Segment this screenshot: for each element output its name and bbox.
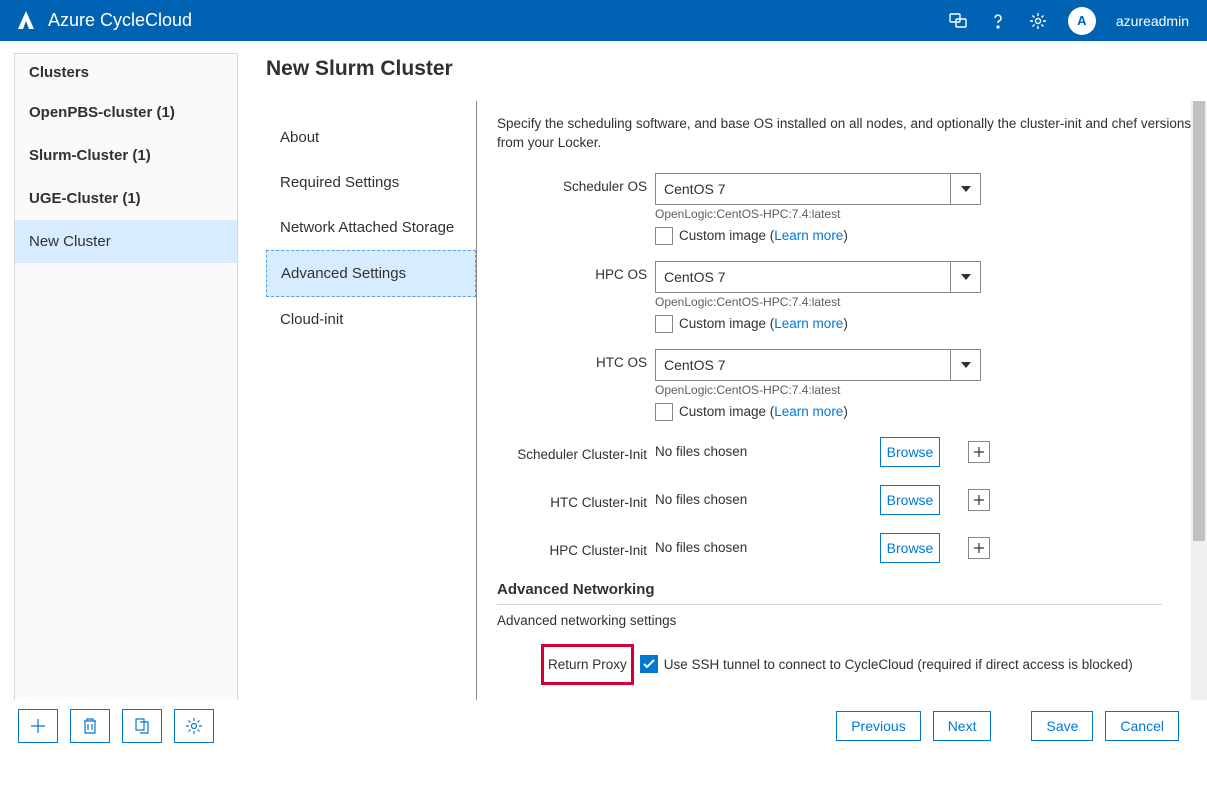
plus-icon — [29, 717, 47, 735]
copy-button[interactable] — [122, 709, 162, 743]
app-header: Azure CycleCloud A azureadmin — [0, 0, 1207, 41]
settings-button[interactable] — [174, 709, 214, 743]
scheduler-cluster-init-browse-button[interactable]: Browse — [880, 437, 940, 467]
htc-custom-image-checkbox[interactable] — [655, 403, 673, 421]
plus-icon — [973, 542, 985, 554]
add-button[interactable] — [18, 709, 58, 743]
htc-os-hint: OpenLogic:CentOS-HPC:7.4:latest — [655, 383, 1175, 397]
username-label[interactable]: azureadmin — [1116, 13, 1189, 29]
copy-icon — [134, 717, 150, 735]
content-area: New Slurm Cluster About Required Setting… — [238, 41, 1207, 741]
delete-button[interactable] — [70, 709, 110, 743]
hpc-os-hint: OpenLogic:CentOS-HPC:7.4:latest — [655, 295, 1175, 309]
htc-cluster-init-label: HTC Cluster-Init — [497, 489, 655, 510]
learn-more-link[interactable]: Learn more — [774, 404, 843, 419]
sidebar-item-openpbs[interactable]: OpenPBS-cluster (1) — [15, 91, 237, 134]
sidebar-item-new-cluster[interactable]: New Cluster — [15, 220, 237, 263]
next-button[interactable]: Next — [933, 711, 992, 741]
save-button[interactable]: Save — [1031, 711, 1093, 741]
hpc-os-select[interactable]: CentOS 7 — [655, 261, 981, 293]
htc-os-label: HTC OS — [497, 349, 655, 370]
wizard-step-about[interactable]: About — [266, 115, 476, 160]
learn-more-link[interactable]: Learn more — [774, 316, 843, 331]
plus-icon — [973, 494, 985, 506]
htc-os-select[interactable]: CentOS 7 — [655, 349, 981, 381]
cancel-button[interactable]: Cancel — [1105, 711, 1179, 741]
hpc-cluster-init-value: No files chosen — [655, 540, 880, 555]
wizard-step-cloud-init[interactable]: Cloud-init — [266, 297, 476, 342]
gear-icon — [185, 717, 203, 735]
trash-icon — [82, 717, 98, 735]
intro-text: Specify the scheduling software, and bas… — [497, 115, 1195, 153]
htc-cluster-init-browse-button[interactable]: Browse — [880, 485, 940, 515]
hpc-custom-image-checkbox[interactable] — [655, 315, 673, 333]
feedback-icon[interactable] — [948, 11, 968, 31]
advanced-networking-subtitle: Advanced networking settings — [497, 613, 1195, 628]
wizard-step-advanced[interactable]: Advanced Settings — [266, 250, 476, 297]
wizard-step-required[interactable]: Required Settings — [266, 160, 476, 205]
scheduler-os-label: Scheduler OS — [497, 173, 655, 194]
htc-custom-image-label: Custom image (Learn more) — [679, 404, 848, 419]
htc-cluster-init-value: No files chosen — [655, 492, 880, 507]
settings-icon[interactable] — [1028, 11, 1048, 31]
sidebar-item-slurm[interactable]: Slurm-Cluster (1) — [15, 134, 237, 177]
htc-os-value: CentOS 7 — [664, 357, 725, 373]
scrollbar[interactable] — [1191, 101, 1207, 739]
avatar[interactable]: A — [1068, 7, 1096, 35]
scheduler-custom-image-label: Custom image (Learn more) — [679, 228, 848, 243]
scheduler-os-hint: OpenLogic:CentOS-HPC:7.4:latest — [655, 207, 1175, 221]
app-title: Azure CycleCloud — [48, 10, 948, 31]
return-proxy-label: Return Proxy — [541, 644, 634, 685]
hpc-os-value: CentOS 7 — [664, 269, 725, 285]
advanced-networking-header: Advanced Networking — [497, 581, 1162, 605]
learn-more-link[interactable]: Learn more — [774, 228, 843, 243]
chevron-down-icon — [950, 262, 980, 292]
htc-cluster-init-add-button[interactable] — [968, 489, 990, 511]
chevron-down-icon — [950, 350, 980, 380]
hpc-custom-image-label: Custom image (Learn more) — [679, 316, 848, 331]
return-proxy-text: Use SSH tunnel to connect to CycleCloud … — [664, 657, 1133, 672]
clusters-sidebar: Clusters OpenPBS-cluster (1) Slurm-Clust… — [14, 53, 238, 741]
page-title: New Slurm Cluster — [266, 57, 1207, 81]
scheduler-os-select[interactable]: CentOS 7 — [655, 173, 981, 205]
hpc-os-label: HPC OS — [497, 261, 655, 282]
scheduler-cluster-init-label: Scheduler Cluster-Init — [497, 441, 655, 462]
scheduler-cluster-init-value: No files chosen — [655, 444, 880, 459]
scrollbar-thumb[interactable] — [1193, 101, 1205, 541]
footer-bar: Previous Next Save Cancel — [0, 700, 1207, 752]
wizard-step-nas[interactable]: Network Attached Storage — [266, 205, 476, 250]
previous-button[interactable]: Previous — [836, 711, 920, 741]
sidebar-title: Clusters — [15, 54, 237, 91]
scheduler-os-value: CentOS 7 — [664, 181, 725, 197]
scheduler-custom-image-checkbox[interactable] — [655, 227, 673, 245]
hpc-cluster-init-add-button[interactable] — [968, 537, 990, 559]
help-icon[interactable] — [988, 11, 1008, 31]
hpc-cluster-init-browse-button[interactable]: Browse — [880, 533, 940, 563]
wizard-nav: About Required Settings Network Attached… — [266, 101, 476, 739]
sidebar-item-uge[interactable]: UGE-Cluster (1) — [15, 177, 237, 220]
plus-icon — [973, 446, 985, 458]
return-proxy-checkbox[interactable] — [640, 655, 658, 673]
form-panel: Specify the scheduling software, and bas… — [476, 101, 1207, 739]
hpc-cluster-init-label: HPC Cluster-Init — [497, 537, 655, 558]
scheduler-cluster-init-add-button[interactable] — [968, 441, 990, 463]
chevron-down-icon — [950, 174, 980, 204]
app-logo-icon — [14, 9, 38, 33]
